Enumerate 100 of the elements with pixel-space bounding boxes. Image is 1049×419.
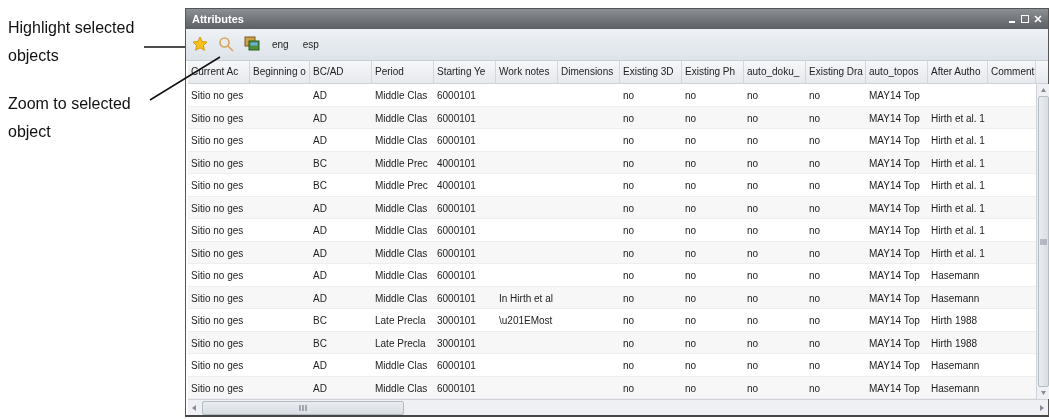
pictures-icon[interactable] [244, 36, 260, 53]
table-cell-text: no [622, 156, 636, 171]
table-cell-text: 4000101 [436, 156, 477, 171]
star-icon[interactable] [192, 36, 208, 53]
column-header[interactable]: Existing 3D [620, 61, 682, 83]
column-header[interactable]: Comment [988, 61, 1036, 83]
table-cell-text: no [746, 156, 760, 171]
table-cell-text: no [746, 246, 760, 261]
table-cell-text: Hirth et al. 1 [930, 224, 986, 238]
table-cell-text: Hirth et al. 1 [930, 201, 986, 216]
horizontal-scrollbar[interactable] [188, 399, 1048, 415]
table-cell-text: no [684, 269, 698, 283]
table-cell-text: 6000101 [436, 224, 477, 238]
table-cell-text: Sitio no ges [190, 179, 245, 193]
table-cell-text: Middle Clas [374, 269, 429, 283]
table-cell-text: no [684, 179, 698, 193]
table-cell-text: no [684, 134, 698, 148]
column-header[interactable]: auto_topos [866, 61, 928, 83]
table-cell-text: 6000101 [436, 201, 477, 216]
table-cell-text: BC [312, 314, 328, 328]
table-cell-text: no [622, 269, 636, 283]
table-cell-text: Hasemann [930, 291, 981, 306]
search-icon[interactable] [218, 36, 234, 53]
table-cell-text: Hasemann [930, 359, 981, 373]
table-cell-text: no [684, 314, 698, 328]
table-cell-text: In Hirth et al [498, 291, 554, 306]
table-cell-text: 6000101 [436, 269, 477, 283]
table-cell-text: no [746, 111, 760, 126]
grip-icon [1040, 238, 1047, 245]
table-cell-text: no [746, 134, 760, 148]
table-cell-text: Sitio no ges [190, 336, 245, 351]
column-header[interactable]: Existing Ph [682, 61, 744, 83]
column-header[interactable]: Period [372, 61, 434, 83]
table-cell-text: no [808, 336, 822, 351]
table-cell-text: 6000101 [436, 359, 477, 373]
column-header[interactable]: auto_doku_ [744, 61, 806, 83]
table-cell-text: no [808, 134, 822, 148]
maximize-icon[interactable] [1021, 14, 1029, 23]
table-cell-text: no [622, 89, 636, 103]
table-cell-text: Middle Clas [374, 134, 429, 148]
table-cell-text: Sitio no ges [190, 314, 245, 328]
table-cell-text: no [622, 179, 636, 193]
table-cell-text: no [622, 246, 636, 261]
table-cell-text: no [746, 291, 760, 306]
vertical-scrollbar[interactable] [1036, 84, 1049, 399]
column-header[interactable]: Work notes [496, 61, 558, 83]
table-cell-text: no [622, 111, 636, 126]
table-cell-text: no [622, 314, 636, 328]
column-header[interactable]: After Autho [928, 61, 988, 83]
language-button[interactable]: eng [270, 38, 291, 50]
table-cell-text: no [684, 291, 698, 306]
table-cell-text: AD [312, 89, 328, 103]
column-header[interactable]: Beginning o [250, 61, 310, 83]
table-cell-text: no [684, 246, 698, 261]
table-cell-text: Middle Clas [374, 224, 429, 238]
table-cell-text: MAY14 Top [868, 246, 921, 261]
table-cell-text: no [622, 134, 636, 148]
table-cell-text: Hirth et al. 1 [930, 156, 986, 171]
table-cell-text: no [808, 291, 822, 306]
table-cell-text: no [684, 336, 698, 351]
table-cell-text: AD [312, 111, 328, 126]
table-cell-text: Hirth et al. 1 [930, 246, 986, 261]
column-header[interactable]: Existing Dra [806, 61, 866, 83]
table-cell-text: no [746, 89, 760, 103]
table-cell-text: Sitio no ges [190, 134, 245, 148]
table-cell-text: AD [312, 246, 328, 261]
scroll-thumb[interactable] [202, 400, 404, 415]
table-cell-text: MAY14 Top [868, 381, 921, 396]
table-cell-text: no [684, 156, 698, 171]
table-cell-text: AD [312, 269, 328, 283]
table-cell-text: MAY14 Top [868, 111, 921, 126]
table-cell-text: no [808, 156, 822, 171]
table-cell-text: MAY14 Top [868, 156, 921, 171]
table-cell-text: 4000101 [436, 179, 477, 193]
table-cell-text: Sitio no ges [190, 89, 245, 103]
table-cell-text: no [622, 291, 636, 306]
scroll-thumb[interactable] [1038, 96, 1049, 387]
table-cell-text: no [684, 359, 698, 373]
table-cell-text: \u201EMost [498, 314, 554, 328]
table-cell-text: Middle Clas [374, 246, 429, 261]
annotation-text: Zoom to selected object [8, 94, 132, 142]
table-cell-text: no [746, 314, 760, 328]
table-cell-text: Middle Clas [374, 381, 429, 396]
table-cell-text: Middle Clas [374, 291, 429, 306]
table-cell-text: Hirth et al. 1 [930, 179, 986, 193]
table-cell-text: MAY14 Top [868, 134, 921, 148]
column-header[interactable]: Dimensions [558, 61, 620, 83]
table-cell-text: no [808, 111, 822, 126]
table-cell-text: no [746, 359, 760, 373]
table-cell-text: Sitio no ges [190, 224, 245, 238]
table-cell-text: AD [312, 381, 328, 396]
column-header[interactable]: Starting Ye [434, 61, 496, 83]
table-cell-text: 3000101 [436, 336, 477, 351]
language-button[interactable]: esp [300, 38, 321, 50]
grip-icon [299, 404, 307, 411]
table-cell-text: Sitio no ges [190, 359, 245, 373]
table-cell-text: MAY14 Top [868, 201, 921, 216]
table-cell-text: Sitio no ges [190, 156, 245, 171]
close-icon[interactable] [1034, 14, 1042, 23]
column-header[interactable]: BC/AD [310, 61, 372, 83]
